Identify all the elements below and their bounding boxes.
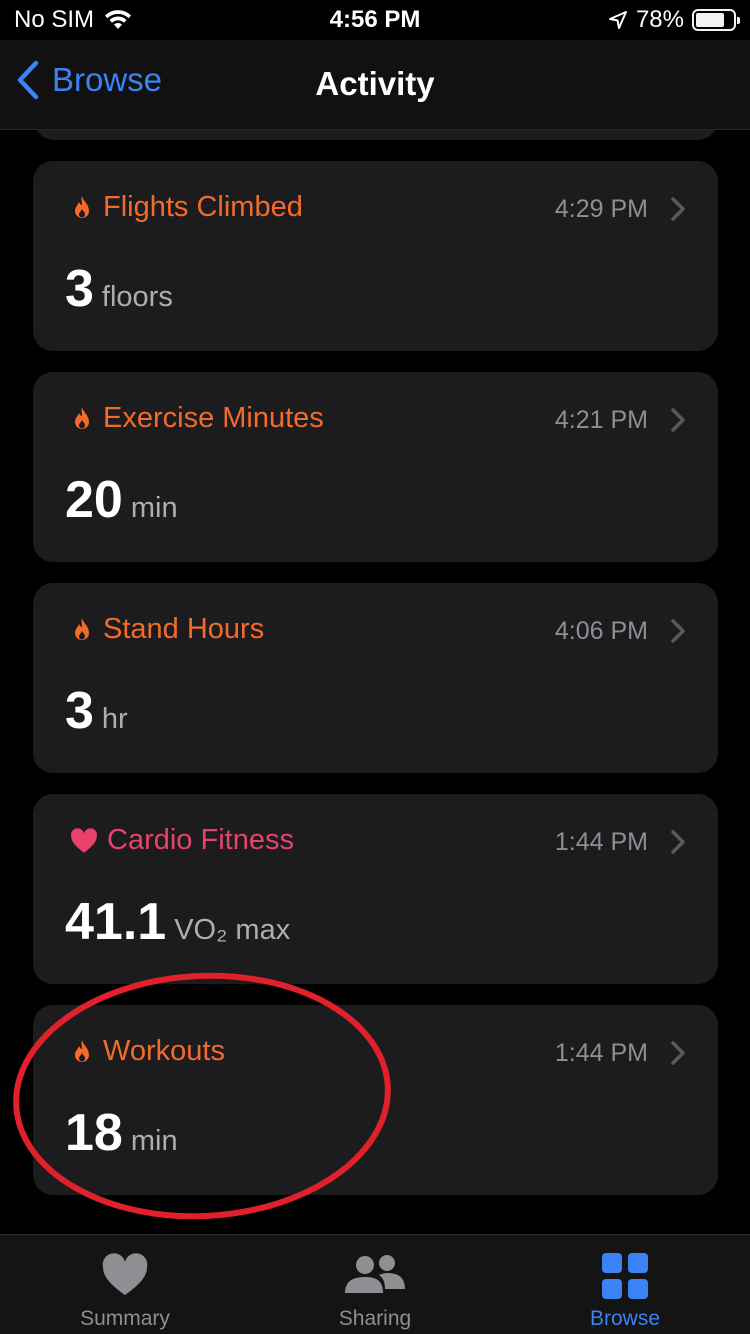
card-header: Cardio Fitness bbox=[69, 824, 294, 857]
page-title: Activity bbox=[315, 65, 435, 102]
activity-list[interactable]: Flights Climbed 4:29 PM 3 floors Exercis… bbox=[0, 130, 750, 1234]
navigation-bar: Browse Activity bbox=[0, 40, 750, 130]
value-number: 3 bbox=[65, 682, 94, 740]
card-exercise-minutes[interactable]: Exercise Minutes 4:21 PM 20 min bbox=[33, 372, 718, 562]
tab-bar: Summary Sharing Browse bbox=[0, 1234, 750, 1334]
card-timestamp: 4:29 PM bbox=[554, 195, 648, 223]
value-number: 41.1 bbox=[65, 893, 167, 951]
value-unit: min bbox=[130, 492, 178, 524]
card-stand-hours[interactable]: Stand Hours 4:06 PM 3 hr bbox=[33, 583, 718, 773]
card-timestamp: 1:44 PM bbox=[554, 828, 648, 856]
card-title: Workouts bbox=[103, 1035, 225, 1067]
value-number: 18 bbox=[65, 1104, 123, 1162]
flame-icon bbox=[75, 406, 89, 429]
card-flights-climbed[interactable]: Flights Climbed 4:29 PM 3 floors bbox=[33, 161, 718, 351]
tab-label: Sharing bbox=[338, 1307, 412, 1330]
battery-percent: 78% bbox=[635, 6, 684, 33]
value-number: 20 bbox=[65, 471, 123, 529]
tab-summary[interactable]: Summary bbox=[0, 1235, 250, 1334]
card-header: Stand Hours bbox=[69, 613, 264, 646]
card-workouts[interactable]: Workouts 1:44 PM 18 min bbox=[33, 1005, 718, 1195]
value-unit: hr bbox=[101, 703, 128, 735]
flame-icon bbox=[75, 195, 89, 218]
value-unit: floors bbox=[101, 281, 173, 313]
card-value: 20 min bbox=[65, 470, 178, 530]
location-arrow-icon bbox=[608, 11, 627, 29]
card-cardio-fitness[interactable]: Cardio Fitness 1:44 PM 41.1 VO₂ max bbox=[33, 794, 718, 984]
card-value: 18 min bbox=[65, 1103, 178, 1163]
card-value: 3 hr bbox=[65, 681, 128, 741]
tab-browse[interactable]: Browse bbox=[500, 1235, 750, 1334]
grid-icon bbox=[602, 1253, 648, 1299]
previous-card-fragment bbox=[34, 130, 718, 140]
battery-icon bbox=[692, 9, 740, 31]
card-value: 3 floors bbox=[65, 259, 173, 319]
heart-icon bbox=[71, 827, 97, 853]
card-timestamp: 4:06 PM bbox=[554, 617, 648, 645]
card-title: Cardio Fitness bbox=[107, 824, 294, 856]
flame-icon bbox=[75, 1039, 89, 1062]
card-title: Stand Hours bbox=[103, 613, 265, 645]
screen: No SIM 4:56 PM 78% Browse Activity Fligh… bbox=[0, 0, 750, 1334]
chevron-right-icon bbox=[671, 197, 685, 221]
battery-fill bbox=[696, 13, 725, 27]
card-header: Workouts bbox=[69, 1035, 225, 1068]
status-bar: No SIM 4:56 PM 78% bbox=[0, 0, 750, 40]
heart-icon bbox=[102, 1253, 148, 1295]
card-title: Exercise Minutes bbox=[103, 402, 324, 434]
value-unit: VO₂ max bbox=[174, 914, 291, 946]
chevron-right-icon bbox=[671, 1041, 685, 1065]
card-timestamp: 4:21 PM bbox=[554, 406, 648, 434]
card-value: 41.1 VO₂ max bbox=[65, 892, 290, 952]
status-right: 78% bbox=[608, 6, 740, 34]
people-icon bbox=[345, 1255, 405, 1293]
card-header: Exercise Minutes bbox=[69, 402, 324, 435]
tab-sharing[interactable]: Sharing bbox=[250, 1235, 500, 1334]
chevron-right-icon bbox=[671, 408, 685, 432]
value-unit: min bbox=[130, 1125, 178, 1157]
tab-label: Browse bbox=[589, 1307, 661, 1330]
chevron-right-icon bbox=[671, 830, 685, 854]
chevron-right-icon bbox=[671, 619, 685, 643]
tab-label: Summary bbox=[80, 1307, 170, 1330]
card-title: Flights Climbed bbox=[103, 191, 303, 223]
card-header: Flights Climbed bbox=[69, 191, 303, 224]
value-number: 3 bbox=[65, 260, 94, 318]
flame-icon bbox=[75, 617, 89, 640]
card-timestamp: 1:44 PM bbox=[554, 1039, 648, 1067]
